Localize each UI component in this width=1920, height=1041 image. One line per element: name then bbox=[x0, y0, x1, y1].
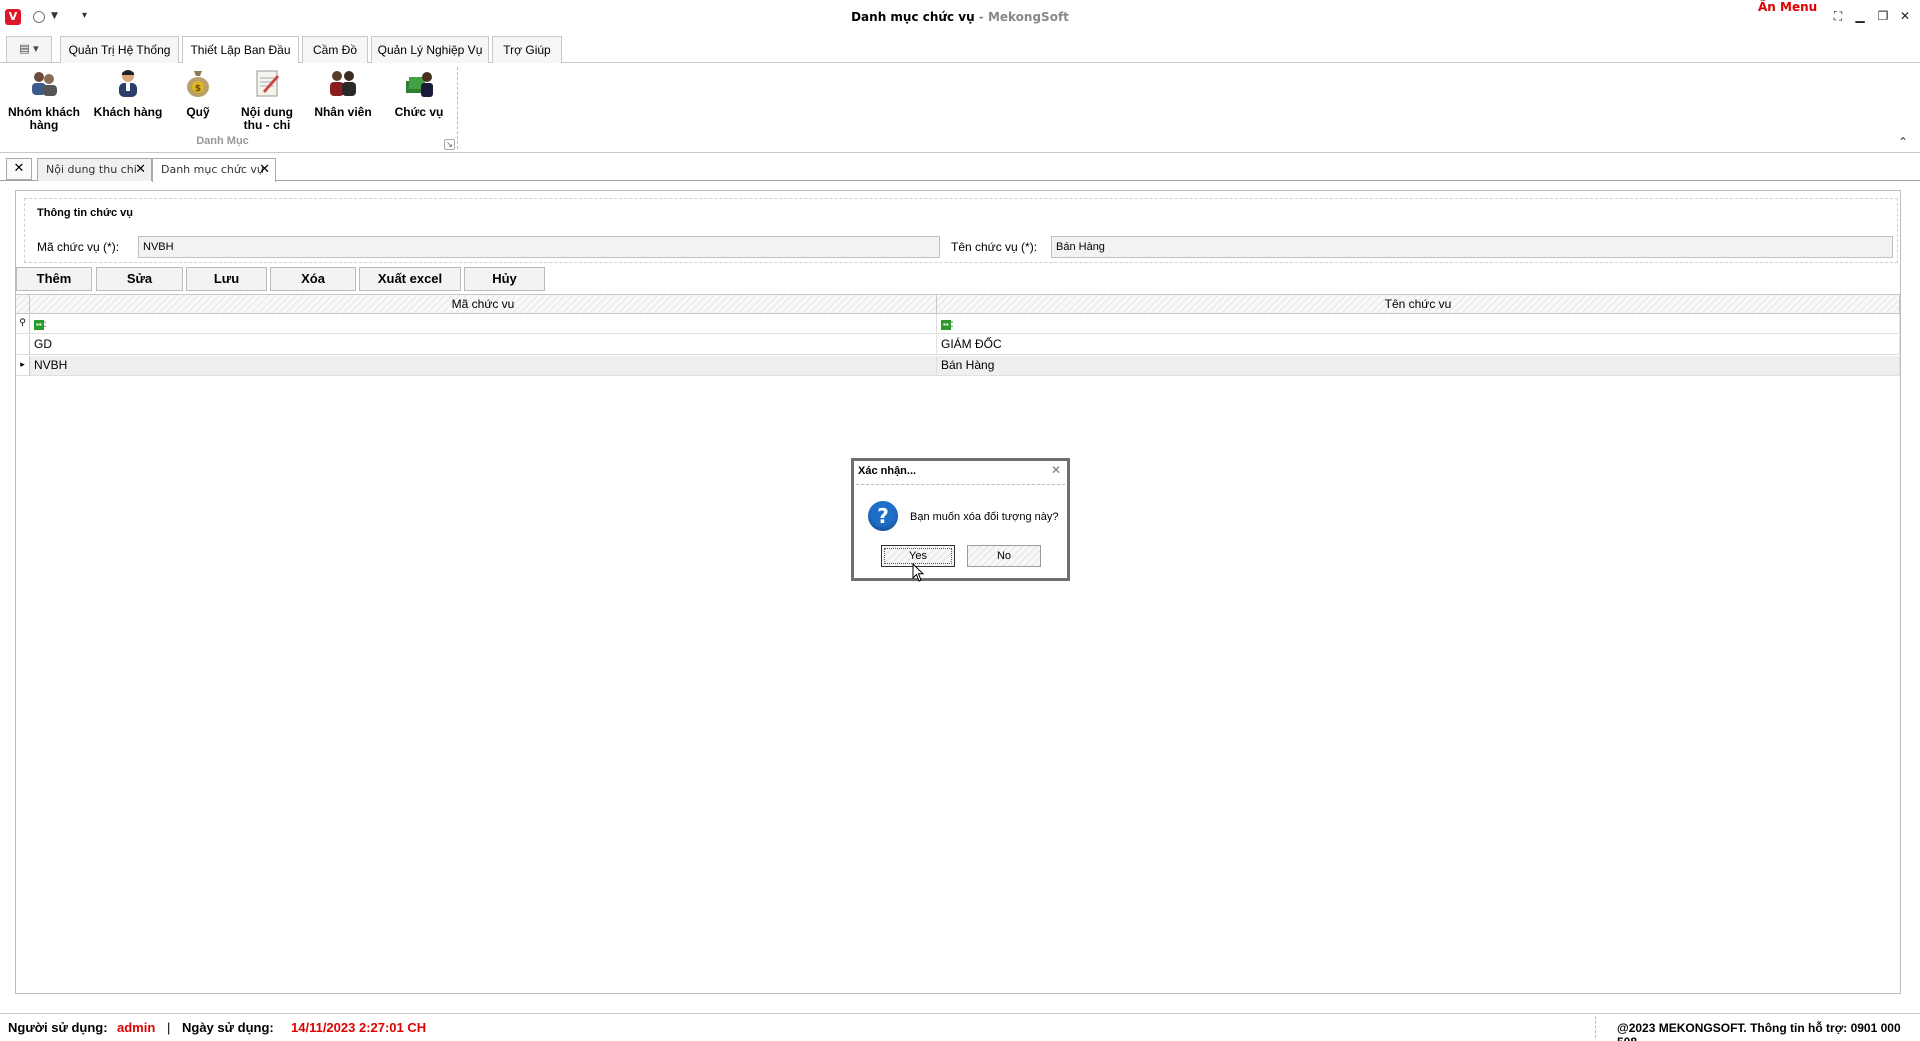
add-button[interactable]: Thêm bbox=[16, 267, 92, 291]
grid-corner bbox=[16, 295, 30, 314]
user-label: Người sử dụng: bbox=[8, 1020, 108, 1035]
row-indicator[interactable] bbox=[16, 335, 30, 355]
ribbon-button-label: Quỹ bbox=[186, 105, 210, 119]
ribbon-collapse-icon[interactable]: ⌃ bbox=[1898, 135, 1908, 149]
tab-tro-giup[interactable]: Trợ Giúp bbox=[492, 36, 562, 63]
close-tab-icon[interactable]: ✕ bbox=[259, 159, 270, 180]
mouse-pointer-icon bbox=[912, 563, 925, 582]
table-row-name[interactable]: Bán Hàng bbox=[937, 356, 1900, 376]
minimize-icon[interactable]: ▁ bbox=[1852, 9, 1868, 23]
question-icon: ? bbox=[868, 501, 898, 531]
tab-cam-do[interactable]: Cầm Đồ bbox=[302, 36, 368, 63]
close-icon[interactable]: ✕ bbox=[1897, 9, 1913, 23]
main-panel: Thông tin chức vụ Mã chức vụ (*): NVBH T… bbox=[15, 190, 1901, 994]
ribbon-button-label: Chức vụ bbox=[394, 105, 444, 119]
money-bag-icon: $ bbox=[187, 71, 209, 97]
positions-grid: Mã chức vu Tên chức vu ⚲ ▪▪: ▪▪: GD GIÁM… bbox=[16, 294, 1900, 994]
doc-tab-noi-dung-thu-chi[interactable]: Nội dung thu chi ✕ bbox=[37, 158, 152, 181]
employees-icon bbox=[330, 71, 356, 96]
customer-icon bbox=[119, 70, 137, 97]
ribbon-button-noi-dung-thu-chi[interactable]: Nội dung thu - chi bbox=[232, 67, 302, 132]
notepad-icon bbox=[256, 70, 279, 97]
no-button[interactable]: No bbox=[967, 545, 1041, 567]
close-all-tabs-button[interactable]: ✕ bbox=[6, 158, 32, 180]
position-icon bbox=[406, 72, 433, 97]
ribbon-button-khach-hang[interactable]: Khách hàng bbox=[90, 67, 166, 119]
tab-thiet-lap-ban-dau[interactable]: Thiết Lập Ban Đầu bbox=[182, 36, 299, 65]
ribbon-body: Nhóm khách hàng Khách hàng $ Quỹ Nội dun… bbox=[0, 63, 1920, 153]
dialog-divider bbox=[856, 484, 1065, 485]
column-header-name[interactable]: Tên chức vu bbox=[937, 295, 1900, 314]
save-button[interactable]: Lưu bbox=[186, 267, 267, 291]
status-bar: Người sử dụng: admin | Ngày sử dụng: 14/… bbox=[0, 1013, 1920, 1041]
confirm-dialog: Xác nhận... ✕ ? Bạn muốn xóa đối tượng n… bbox=[851, 458, 1070, 581]
cancel-button[interactable]: Hủy bbox=[464, 267, 545, 291]
app-menu-button[interactable]: ▤ ▾ bbox=[6, 36, 52, 62]
ribbon-button-chuc-vu[interactable]: Chức vụ bbox=[386, 67, 452, 119]
table-row-code[interactable]: GD bbox=[30, 335, 937, 355]
export-excel-button[interactable]: Xuất excel bbox=[359, 267, 461, 291]
ribbon-button-label: thu - chi bbox=[243, 118, 291, 132]
window-title-brand: - MekongSoft bbox=[974, 10, 1069, 24]
dialog-message: Bạn muốn xóa đối tượng này? bbox=[910, 511, 1059, 523]
filter-cell-code[interactable]: ▪▪: bbox=[30, 314, 937, 334]
close-tab-icon[interactable]: ✕ bbox=[135, 159, 146, 180]
ribbon-group-label: Danh Mục bbox=[196, 135, 249, 147]
ribbon-tab-bar: ▤ ▾ Quản Trị Hệ Thống Thiết Lập Ban Đầu … bbox=[0, 34, 1920, 65]
filter-icon: ▪▪ bbox=[34, 320, 44, 330]
tab-quan-tri-he-thong[interactable]: Quản Trị Hệ Thống bbox=[60, 36, 179, 63]
doc-tab-label: Nội dung thu chi bbox=[46, 163, 137, 176]
dialog-close-icon[interactable]: ✕ bbox=[1051, 463, 1061, 477]
filter-icon: ▪▪ bbox=[941, 320, 951, 330]
ribbon-button-nhan-vien[interactable]: Nhân viên bbox=[308, 67, 378, 119]
ribbon-group-separator bbox=[457, 67, 458, 149]
doc-tab-danh-muc-chuc-vu[interactable]: Danh mục chức vụ ✕ bbox=[152, 158, 276, 182]
ribbon-button-label: Nhân viên bbox=[314, 105, 372, 119]
fullscreen-icon[interactable]: ⛶ bbox=[1830, 9, 1846, 24]
section-title: Thông tin chức vụ bbox=[37, 207, 133, 219]
status-separator: | bbox=[167, 1020, 171, 1035]
row-selected-arrow-icon[interactable]: ▸ bbox=[16, 356, 30, 376]
filter-cell-name[interactable]: ▪▪: bbox=[937, 314, 1900, 334]
restore-icon[interactable]: ❐ bbox=[1875, 9, 1891, 23]
group-dialog-launcher-icon[interactable]: ↘ bbox=[444, 139, 455, 150]
position-info-group: Thông tin chức vụ Mã chức vụ (*): NVBH T… bbox=[24, 198, 1898, 263]
ribbon-button-nhom-khach-hang[interactable]: Nhóm khách hàng bbox=[4, 67, 84, 132]
window-title-text: Danh mục chức vụ bbox=[851, 10, 975, 24]
edit-button[interactable]: Sửa bbox=[96, 267, 183, 291]
dialog-title: Xác nhận... bbox=[858, 465, 917, 477]
table-row-name[interactable]: GIÁM ĐỐC bbox=[937, 335, 1900, 355]
name-label: Tên chức vụ (*): bbox=[951, 240, 1038, 254]
ribbon-button-label: Khách hàng bbox=[93, 105, 163, 119]
customer-group-icon bbox=[32, 72, 57, 96]
hide-menu-link[interactable]: Ẩn Menu bbox=[1758, 0, 1817, 14]
ribbon-button-label: hàng bbox=[29, 118, 59, 132]
table-row-code[interactable]: NVBH bbox=[30, 356, 937, 376]
delete-button[interactable]: Xóa bbox=[270, 267, 356, 291]
status-divider bbox=[1595, 1016, 1596, 1038]
name-field[interactable]: Bán Hàng bbox=[1051, 236, 1893, 258]
code-label: Mã chức vụ (*): bbox=[37, 240, 120, 254]
ribbon-button-quy[interactable]: $ Quỹ bbox=[173, 67, 223, 119]
title-bar: V ▼ ▾ Danh mục chức vụ - MekongSoft Ẩn M… bbox=[0, 0, 1920, 34]
window-title: Danh mục chức vụ - MekongSoft bbox=[0, 10, 1920, 24]
code-field[interactable]: NVBH bbox=[138, 236, 940, 258]
copyright-text: @2023 MEKONGSOFT. Thông tin hỗ trợ: 0901… bbox=[1617, 1021, 1901, 1041]
date-value: 14/11/2023 2:27:01 CH bbox=[291, 1020, 427, 1035]
document-tab-bar: ✕ Nội dung thu chi ✕ Danh mục chức vụ ✕ bbox=[0, 157, 1920, 182]
svg-text:$: $ bbox=[195, 84, 201, 94]
column-header-code[interactable]: Mã chức vu bbox=[30, 295, 937, 314]
doc-tab-label: Danh mục chức vụ bbox=[161, 163, 264, 176]
user-value: admin bbox=[117, 1020, 156, 1035]
tab-quan-ly-nghiep-vu[interactable]: Quản Lý Nghiệp Vụ bbox=[371, 36, 489, 63]
filter-row-icon: ⚲ bbox=[16, 314, 30, 334]
date-label: Ngày sử dụng: bbox=[182, 1020, 274, 1035]
